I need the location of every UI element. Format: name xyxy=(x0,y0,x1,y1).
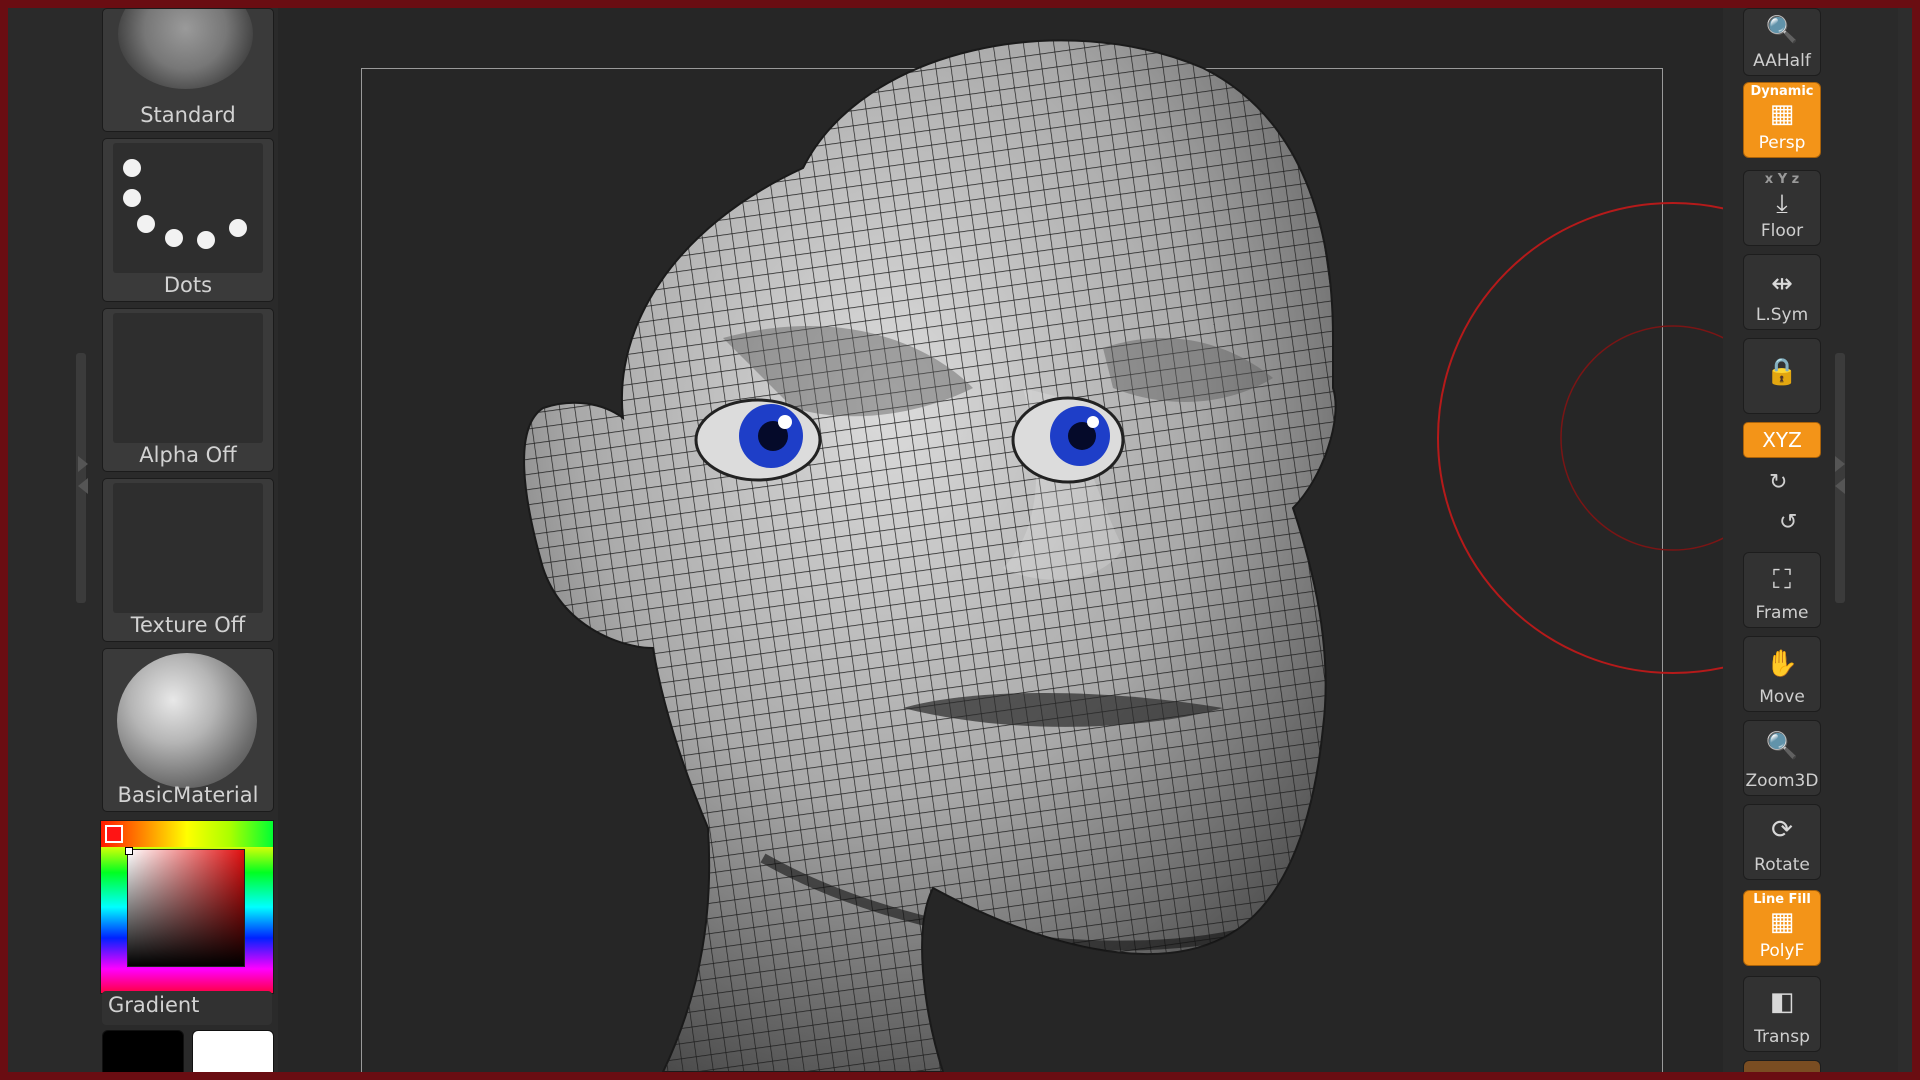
floor-icon: ⤓ xyxy=(1776,189,1788,219)
rotate-label: Rotate xyxy=(1754,855,1810,875)
expand-right-arrow-icon[interactable] xyxy=(1835,478,1845,494)
texture-button[interactable]: Texture Off xyxy=(102,478,274,642)
secondary-color-swatch[interactable] xyxy=(192,1030,274,1072)
local-symmetry-label: L.Sym xyxy=(1755,305,1809,325)
frame-button[interactable]: ⛶ Frame xyxy=(1743,552,1821,628)
rotate-button[interactable]: ⟳ Rotate xyxy=(1743,804,1821,880)
texture-label: Texture Off xyxy=(130,613,246,637)
perspective-grid-icon: ▦ xyxy=(1769,99,1795,129)
persp-label: Persp xyxy=(1758,133,1806,153)
color-picker[interactable] xyxy=(100,820,274,994)
sv-marker[interactable] xyxy=(125,847,133,855)
polyframe-icon: ▦ xyxy=(1769,907,1795,937)
left-eye xyxy=(694,398,822,482)
rotate-z-icon[interactable]: ↺ xyxy=(1779,510,1797,535)
rotate-xyz-button[interactable]: XYZ xyxy=(1743,422,1821,458)
alpha-button[interactable]: Alpha Off xyxy=(102,308,274,472)
stroke-dot-icon xyxy=(123,189,141,207)
stroke-dot-icon xyxy=(165,229,183,247)
alpha-preview xyxy=(113,313,263,443)
material-button[interactable]: BasicMaterial xyxy=(102,648,274,812)
xyz-label: XYZ xyxy=(1762,428,1802,452)
stroke-dot-icon xyxy=(229,219,247,237)
expand-left-arrow-icon[interactable] xyxy=(78,478,88,494)
aahalf-button[interactable]: 🔍 AAHalf xyxy=(1743,8,1821,76)
hand-move-icon: ✋ xyxy=(1765,649,1799,679)
texture-preview xyxy=(113,483,263,613)
next-shelf-button[interactable] xyxy=(1743,1060,1821,1072)
zoom3d-button[interactable]: 🔍 Zoom3D xyxy=(1743,720,1821,796)
zoom3d-label: Zoom3D xyxy=(1745,771,1819,791)
persp-button[interactable]: Dynamic ▦ Persp xyxy=(1743,82,1821,158)
zoom3d-icon: 🔍 xyxy=(1765,731,1799,761)
gradient-label: Gradient xyxy=(108,993,200,1017)
rotation-gizmo[interactable] xyxy=(1433,188,1723,688)
brush-label: Standard xyxy=(140,103,236,127)
polyframe-button[interactable]: Line Fill ▦ PolyF xyxy=(1743,890,1821,966)
aahalf-label: AAHalf xyxy=(1753,51,1811,71)
floor-button[interactable]: x Y z ⤓ Floor xyxy=(1743,170,1821,246)
stroke-dot-icon xyxy=(137,215,155,233)
right-shelf: 🔍 AAHalf Dynamic ▦ Persp x Y z ⤓ Floor ⇹… xyxy=(1723,8,1912,1072)
frame-icon: ⛶ xyxy=(1772,565,1792,595)
stroke-label: Dots xyxy=(163,273,213,297)
main-color-swatch[interactable] xyxy=(102,1030,184,1072)
line-fill-tag: Line Fill xyxy=(1753,892,1811,907)
lock-camera-button[interactable]: 🔒 xyxy=(1743,338,1821,414)
polyframe-label: PolyF xyxy=(1759,941,1805,961)
brush-button[interactable]: Standard xyxy=(102,8,274,132)
saturation-value-square[interactable] xyxy=(125,847,245,967)
right-eye xyxy=(1011,396,1125,484)
magnifier-icon: 🔍 xyxy=(1765,15,1799,45)
alpha-label: Alpha Off xyxy=(139,443,237,467)
hue-strip[interactable] xyxy=(101,821,273,847)
rotate-icon: ⟳ xyxy=(1771,815,1793,845)
head-mesh-model[interactable] xyxy=(503,8,1503,1072)
left-shelf: Standard Dots Alpha Off Texture Off Basi… xyxy=(8,8,278,1072)
transp-button[interactable]: ◧ Transp xyxy=(1743,976,1821,1052)
frame-label: Frame xyxy=(1755,603,1809,623)
standard-brush-icon xyxy=(118,9,253,89)
stroke-button[interactable]: Dots xyxy=(102,138,274,302)
move-label: Move xyxy=(1759,687,1805,707)
transp-label: Transp xyxy=(1754,1027,1810,1047)
document-canvas[interactable] xyxy=(283,8,1723,1072)
transparency-icon: ◧ xyxy=(1769,987,1795,1017)
material-label: BasicMaterial xyxy=(117,783,259,807)
local-symmetry-icon: ⇹ xyxy=(1771,269,1793,299)
dynamic-tag: Dynamic xyxy=(1750,84,1814,99)
material-sphere-icon xyxy=(117,653,257,788)
stroke-dot-icon xyxy=(197,231,215,249)
floor-axis-tag: x Y z xyxy=(1764,172,1800,187)
local-symmetry-button[interactable]: ⇹ L.Sym xyxy=(1743,254,1821,330)
zbrush-window: Standard Dots Alpha Off Texture Off Basi… xyxy=(8,8,1912,1072)
lock-camera-icon: 🔒 xyxy=(1765,357,1799,387)
right-edge-tray[interactable] xyxy=(1898,8,1912,1072)
move-button[interactable]: ✋ Move xyxy=(1743,636,1821,712)
collapse-left-arrow-icon[interactable] xyxy=(78,456,88,472)
floor-label: Floor xyxy=(1760,221,1804,241)
rotate-y-icon[interactable]: ↻ xyxy=(1769,470,1787,495)
stroke-preview xyxy=(113,143,263,273)
head-surface xyxy=(523,39,1337,1072)
stroke-dot-icon xyxy=(123,159,141,177)
collapse-right-arrow-icon[interactable] xyxy=(1835,456,1845,472)
primary-color-marker[interactable] xyxy=(105,825,123,843)
